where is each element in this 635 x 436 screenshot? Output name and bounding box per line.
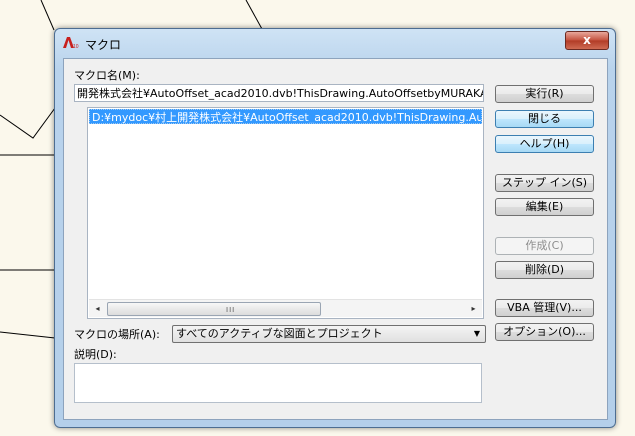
svg-text:10: 10 <box>73 44 79 49</box>
step-in-button[interactable]: ステップ イン(S) <box>495 174 594 192</box>
scroll-thumb[interactable]: III <box>107 302 321 316</box>
run-button[interactable]: 実行(R) <box>495 85 594 103</box>
close-button[interactable]: 閉じる <box>495 110 594 128</box>
close-window-button[interactable]: x <box>565 31 609 50</box>
create-button[interactable]: 作成(C) <box>495 237 594 255</box>
macro-name-input[interactable]: 開発株式会社¥AutoOffset_acad2010.dvb!ThisDrawi… <box>74 84 484 102</box>
description-field[interactable] <box>74 363 482 403</box>
scroll-right-icon[interactable]: ▸ <box>465 300 482 317</box>
chevron-down-icon[interactable]: ▼ <box>474 326 480 342</box>
dialog-body: マクロ名(M): 開発株式会社¥AutoOffset_acad2010.dvb!… <box>63 58 608 420</box>
macro-location-value: すべてのアクティブな図面とプロジェクト <box>176 327 383 340</box>
window-title: マクロ <box>85 38 122 52</box>
autocad-app-icon: 10 <box>63 37 79 49</box>
macro-list[interactable]: D:¥mydoc¥村上開発株式会社¥AutoOffset_acad2010.dv… <box>87 107 484 319</box>
vba-manager-button[interactable]: VBA 管理(V)... <box>495 299 594 317</box>
grip-icon: III <box>226 306 236 314</box>
edit-button[interactable]: 編集(E) <box>495 198 594 216</box>
scroll-left-icon[interactable]: ◂ <box>89 300 106 317</box>
macro-name-label: マクロ名(M): <box>74 69 140 82</box>
title-bar[interactable]: 10 マクロ x <box>55 29 615 57</box>
list-item[interactable]: D:¥mydoc¥村上開発株式会社¥AutoOffset_acad2010.dv… <box>89 109 482 124</box>
horizontal-scrollbar[interactable]: ◂ III ▸ <box>89 299 482 317</box>
description-label: 説明(D): <box>74 348 117 361</box>
help-button[interactable]: ヘルプ(H) <box>495 135 594 153</box>
delete-button[interactable]: 削除(D) <box>495 261 594 279</box>
macro-location-select[interactable]: すべてのアクティブな図面とプロジェクト ▼ <box>172 325 486 343</box>
macro-dialog: 10 マクロ x マクロ名(M): 開発株式会社¥AutoOffset_acad… <box>54 28 616 428</box>
macro-location-label: マクロの場所(A): <box>74 328 160 341</box>
options-button[interactable]: オプション(O)... <box>495 323 594 341</box>
